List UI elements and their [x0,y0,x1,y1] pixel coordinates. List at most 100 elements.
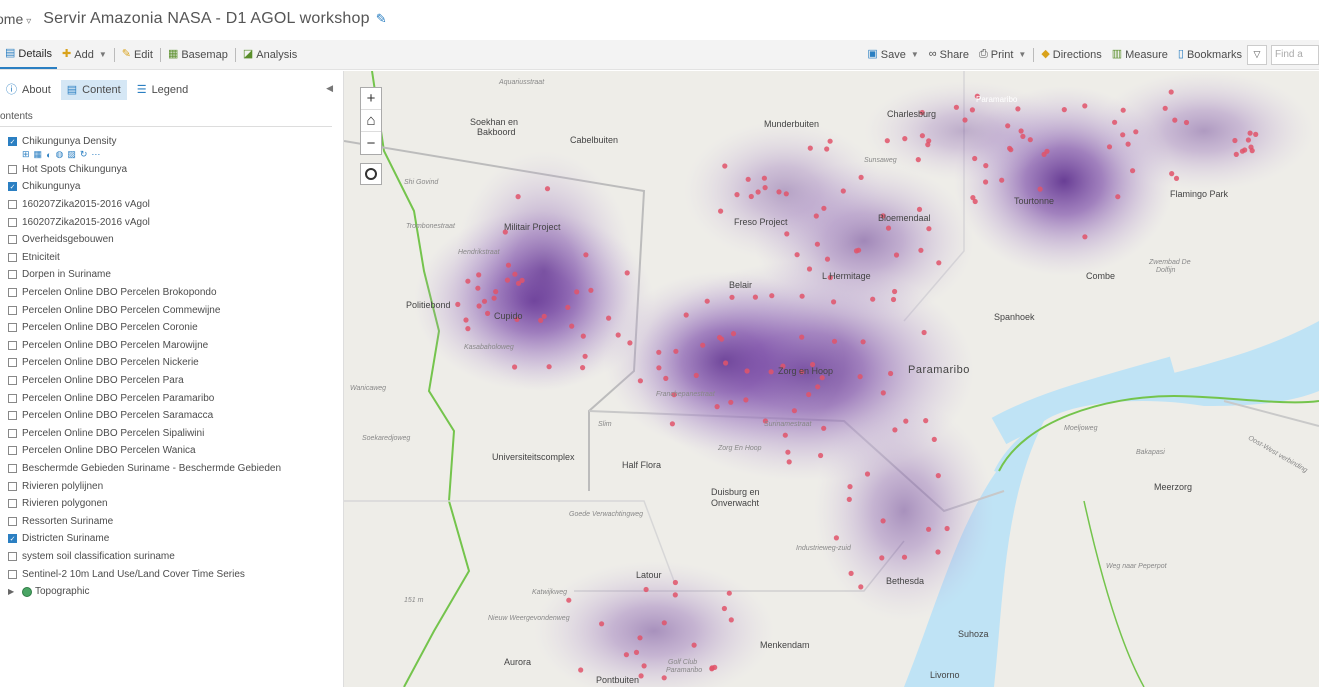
layer-item[interactable]: Percelen Online DBO Percelen Saramacca [0,407,343,425]
map-label: Meerzorg [1154,482,1193,492]
zoom-in-button[interactable]: + [361,88,381,110]
basemap-button[interactable]: ▦ Basemap [163,40,233,69]
layer-visibility-checkbox[interactable] [8,252,17,262]
layer-item[interactable]: Hot Spots Chikungunya [0,161,343,179]
layer-visibility-checkbox[interactable] [8,288,17,298]
layer-visibility-checkbox[interactable] [8,164,17,174]
case-point [806,391,812,398]
case-point [919,133,926,139]
layer-item[interactable]: 160207Zika2015-2016 vAgol [0,196,343,214]
layer-visibility-checkbox[interactable] [8,217,17,227]
expand-triangle-icon[interactable]: ▶ [8,587,17,596]
layer-visibility-checkbox[interactable]: ✓ [8,182,17,192]
layer-item[interactable]: Rivieren polygonen [0,495,343,513]
basemap-item[interactable]: ▶ Topographic [0,583,343,601]
legend-icon[interactable]: ⊞ [22,149,30,160]
layer-visibility-checkbox[interactable] [8,446,17,456]
map-view[interactable]: + ⌂ − Aquariusstraat Soekhan en Bakboord… [344,71,1319,687]
layer-item[interactable]: Percelen Online DBO Percelen Para [0,372,343,390]
layer-visibility-checkbox[interactable]: ✓ [8,137,17,147]
layer-item[interactable]: ✓ Districten Suriname [0,530,343,548]
layer-visibility-checkbox[interactable] [8,428,17,438]
details-button[interactable]: ▤ Details [0,40,58,69]
print-button[interactable]: ⎙ Print ▼ [974,40,1031,69]
directions-button[interactable]: ◆ Directions [1036,40,1106,69]
map-label: Militair Project [504,222,561,232]
layer-item[interactable]: ✓ Chikungunya [0,178,343,196]
layer-visibility-checkbox[interactable] [8,516,17,526]
bookmarks-button[interactable]: ▯ Bookmarks [1173,40,1247,69]
layer-item[interactable]: Rivieren polylijnen [0,477,343,495]
case-point [1061,107,1067,113]
share-button[interactable]: ∞ Share [924,40,974,69]
layer-visibility-checkbox[interactable] [8,481,17,491]
layer-visibility-checkbox[interactable] [8,551,17,561]
tab-legend[interactable]: ☰ Legend [131,80,195,100]
table-icon[interactable]: ▦ [34,149,43,160]
case-point [1130,168,1136,174]
filter-icon[interactable]: ◍ [56,149,64,160]
tab-about[interactable]: ⓘ About [0,80,57,100]
layer-item[interactable]: system soil classification suriname [0,548,343,566]
edit-button[interactable]: ✎ Edit [117,40,158,69]
layer-list: ✓ Chikungunya Density ⊞ ▦ ◐ ◍ ▨ ↻ ⋯ Hot Spots Chi… [0,133,343,600]
layer-visibility-checkbox[interactable] [8,340,17,350]
edit-title-icon[interactable]: ✎ [376,11,387,27]
map-title: Servir Amazonia NASA - D1 AGOL workshop [43,10,370,27]
layer-item[interactable]: Percelen Online DBO Percelen Nickerie [0,354,343,372]
layer-visibility-checkbox[interactable] [8,200,17,210]
layer-item[interactable]: Percelen Online DBO Percelen Brokopondo [0,284,343,302]
case-point [455,301,461,307]
layer-item[interactable]: Sentinel-2 10m Land Use/Land Cover Time … [0,565,343,583]
analysis-button[interactable]: ◪ Analysis [238,40,302,69]
case-point [1020,133,1026,139]
details-panel: ⓘ About ▤ Content ☰ Legend ◀ ontents ✓ Chiku… [0,71,349,687]
refresh-icon[interactable]: ↻ [80,149,88,160]
layer-visibility-checkbox[interactable] [8,393,17,403]
zoom-out-button[interactable]: − [361,132,381,154]
layer-item[interactable]: Percelen Online DBO Percelen Coronie [0,319,343,337]
style-icon[interactable]: ◐ [46,150,51,160]
layer-item[interactable]: Percelen Online DBO Percelen Marowijne [0,337,343,355]
layer-item[interactable]: Percelen Online DBO Percelen Wanica [0,442,343,460]
case-point [505,262,512,268]
layer-visibility-checkbox[interactable] [8,463,17,473]
layer-item[interactable]: Etniciteit [0,249,343,267]
map-label: Bakapasi [1136,449,1165,456]
layer-visibility-checkbox[interactable] [8,305,17,315]
layer-visibility-checkbox[interactable] [8,358,17,368]
add-button[interactable]: ✚ Add ▼ [57,40,112,69]
layer-item[interactable]: Percelen Online DBO Percelen Paramaribo [0,389,343,407]
layer-visibility-checkbox[interactable] [8,323,17,333]
layer-item[interactable]: Percelen Online DBO Percelen Commewijne [0,301,343,319]
layer-item[interactable]: Beschermde Gebieden Suriname - Beschermd… [0,460,343,478]
layer-name: Percelen Online DBO Percelen Commewijne [22,304,221,316]
layer-visibility-checkbox[interactable]: ✓ [8,534,17,544]
measure-button[interactable]: ▥ Measure [1107,40,1173,69]
home-extent-button[interactable]: ⌂ [361,110,381,132]
case-point [743,397,749,403]
layer-visibility-checkbox[interactable] [8,376,17,386]
more-options-icon[interactable]: ⋯ [91,149,100,160]
tab-content[interactable]: ▤ Content [60,80,127,100]
find-address-input[interactable]: Find a [1271,44,1319,65]
layer-visibility-checkbox[interactable] [8,569,17,579]
layer-visibility-checkbox[interactable] [8,270,17,280]
layer-visibility-checkbox[interactable] [8,411,17,421]
layer-visibility-checkbox[interactable] [8,499,17,509]
save-button[interactable]: ▣ Save ▼ [862,40,923,69]
home-menu[interactable]: ome▿ [0,11,31,27]
contents-heading: ontents [0,109,332,127]
map-label: Half Flora [622,460,662,470]
analysis-icon[interactable]: ▨ [67,149,76,160]
layer-item[interactable]: 160207Zika2015-2016 vAgol [0,213,343,231]
collapse-panel-icon[interactable]: ◀ [326,83,333,94]
locate-button[interactable] [360,163,382,185]
layer-item[interactable]: Overheidsgebouwen [0,231,343,249]
search-filter-button[interactable]: ▽ [1247,44,1267,65]
layer-visibility-checkbox[interactable] [8,235,17,245]
layer-item[interactable]: Dorpen in Suriname [0,266,343,284]
layer-tools-row: ⊞ ▦ ◐ ◍ ▨ ↻ ⋯ [0,149,343,161]
layer-item[interactable]: Ressorten Suriname [0,512,343,530]
layer-item[interactable]: Percelen Online DBO Percelen Sipaliwini [0,425,343,443]
